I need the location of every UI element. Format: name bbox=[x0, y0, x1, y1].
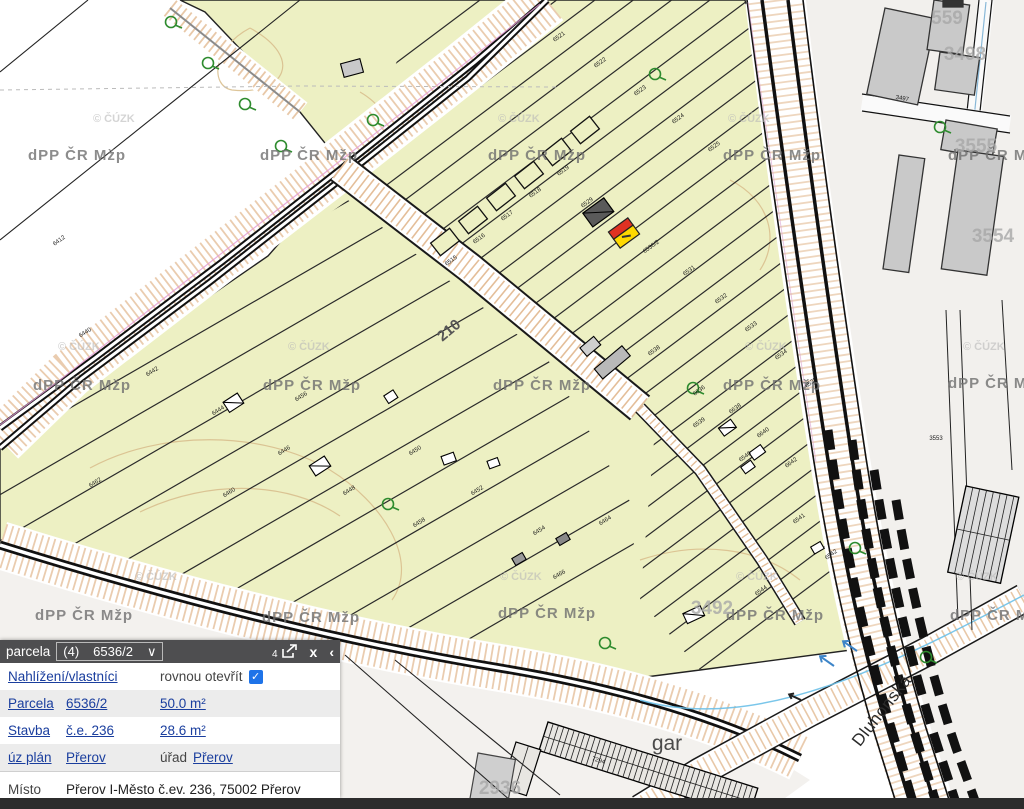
dpp-watermark: dPP ČR Mžp bbox=[33, 376, 131, 394]
dpp-watermark: dPP ČR Mžp bbox=[726, 606, 824, 624]
copyright-watermark: © ČÚZK bbox=[93, 112, 135, 125]
dpp-watermark: dPP ČR Mžp bbox=[950, 606, 1024, 624]
rovnou-otevrit-label: rovnou otevřít bbox=[160, 669, 243, 684]
panel-header: parcela (4) 6536/2 ∨ 4 x ‹ bbox=[0, 640, 340, 663]
parcel-count: (4) bbox=[63, 644, 79, 659]
cadastral-map-app: { "panel": { "header": { "title": "parce… bbox=[0, 0, 1024, 809]
copyright-watermark: © ČÚZK bbox=[135, 570, 177, 583]
copyright-watermark: © ČÚZK bbox=[500, 570, 542, 583]
parcela-number-link[interactable]: 6536/2 bbox=[66, 696, 107, 711]
close-icon[interactable]: x bbox=[310, 645, 318, 659]
dpp-watermark: dPP ČR Mžp bbox=[498, 604, 596, 622]
parcela-area-link[interactable]: 50.0 m² bbox=[160, 696, 206, 711]
copyright-watermark: © ČÚZK bbox=[963, 340, 1005, 353]
parcel-number-label: 3553 bbox=[929, 436, 943, 442]
dpp-watermark: dPP ČR Mžp bbox=[488, 146, 586, 164]
copyright-watermark: © ČÚZK bbox=[728, 112, 770, 125]
parcel-info-panel: parcela (4) 6536/2 ∨ 4 x ‹ Nahlížení/vla… bbox=[0, 640, 340, 798]
dpp-watermark: dPP ČR Mžp bbox=[260, 146, 358, 164]
dpp-watermark: dPP ČR Mžp bbox=[263, 376, 361, 394]
copyright-watermark: © ČÚZK bbox=[736, 570, 778, 583]
garage-area-label: gar bbox=[652, 732, 682, 755]
copyright-watermark: © ČÚZK bbox=[58, 340, 100, 353]
panel-title: parcela bbox=[6, 644, 50, 659]
row-parcela: Parcela 6536/2 50.0 m² bbox=[0, 690, 340, 717]
urad-label: úřad bbox=[160, 750, 187, 765]
parcela-link[interactable]: Parcela bbox=[8, 696, 54, 711]
big-parcel-number: 2936 bbox=[479, 778, 521, 799]
row-nahlizeni: Nahlížení/vlastníci rovnou otevřít ✓ bbox=[0, 663, 340, 690]
misto-value: Přerov I-Město č.ev. 236, 75002 Přerov bbox=[66, 782, 301, 797]
uzplan-link[interactable]: úz plán bbox=[8, 750, 52, 765]
copyright-watermark: © ČÚZK bbox=[498, 112, 540, 125]
big-parcel-number: 559 bbox=[931, 8, 963, 29]
dpp-watermark: dPP ČR Mžp bbox=[493, 376, 591, 394]
parcel-selected-number: 6536/2 bbox=[93, 644, 133, 659]
big-parcel-number: 3492 bbox=[691, 598, 733, 619]
big-parcel-number: 3498 bbox=[944, 44, 986, 65]
bottom-bar bbox=[0, 798, 1024, 809]
misto-label: Místo bbox=[8, 782, 66, 797]
share-icon[interactable] bbox=[281, 644, 298, 659]
collapse-icon[interactable]: ‹ bbox=[329, 645, 334, 659]
dpp-watermark: dPP ČR Mžp bbox=[262, 608, 360, 626]
uzplan-city-link[interactable]: Přerov bbox=[66, 750, 106, 765]
dpp-watermark: dPP ČR Mžp bbox=[948, 374, 1024, 392]
dpp-watermark: dPP ČR Mžp bbox=[28, 146, 126, 164]
stavba-number-link[interactable]: č.e. 236 bbox=[66, 723, 114, 738]
dpp-watermark: dPP ČR Mžp bbox=[723, 146, 821, 164]
parcel-select-dropdown[interactable]: (4) 6536/2 ∨ bbox=[56, 642, 163, 661]
copyright-watermark: © ČÚZK bbox=[288, 340, 330, 353]
stavba-area-link[interactable]: 28.6 m² bbox=[160, 723, 206, 738]
dpp-watermark: dPP ČR Mžp bbox=[35, 606, 133, 624]
rovnou-otevrit-checkbox[interactable]: ✓ bbox=[249, 670, 263, 684]
urad-city-link[interactable]: Přerov bbox=[193, 750, 233, 765]
big-parcel-number: 3555 bbox=[955, 136, 998, 157]
row-uzplan: úz plán Přerov úřad Přerov bbox=[0, 744, 340, 771]
stavba-link[interactable]: Stavba bbox=[8, 723, 50, 738]
nahlizeni-link[interactable]: Nahlížení/vlastníci bbox=[8, 669, 118, 684]
big-parcel-number: 3554 bbox=[972, 226, 1015, 247]
chevron-down-icon: ∨ bbox=[147, 644, 157, 660]
share-count-badge: 4 bbox=[272, 649, 278, 660]
copyright-watermark: © ČÚZK bbox=[956, 570, 998, 583]
row-stavba: Stavba č.e. 236 28.6 m² bbox=[0, 717, 340, 744]
